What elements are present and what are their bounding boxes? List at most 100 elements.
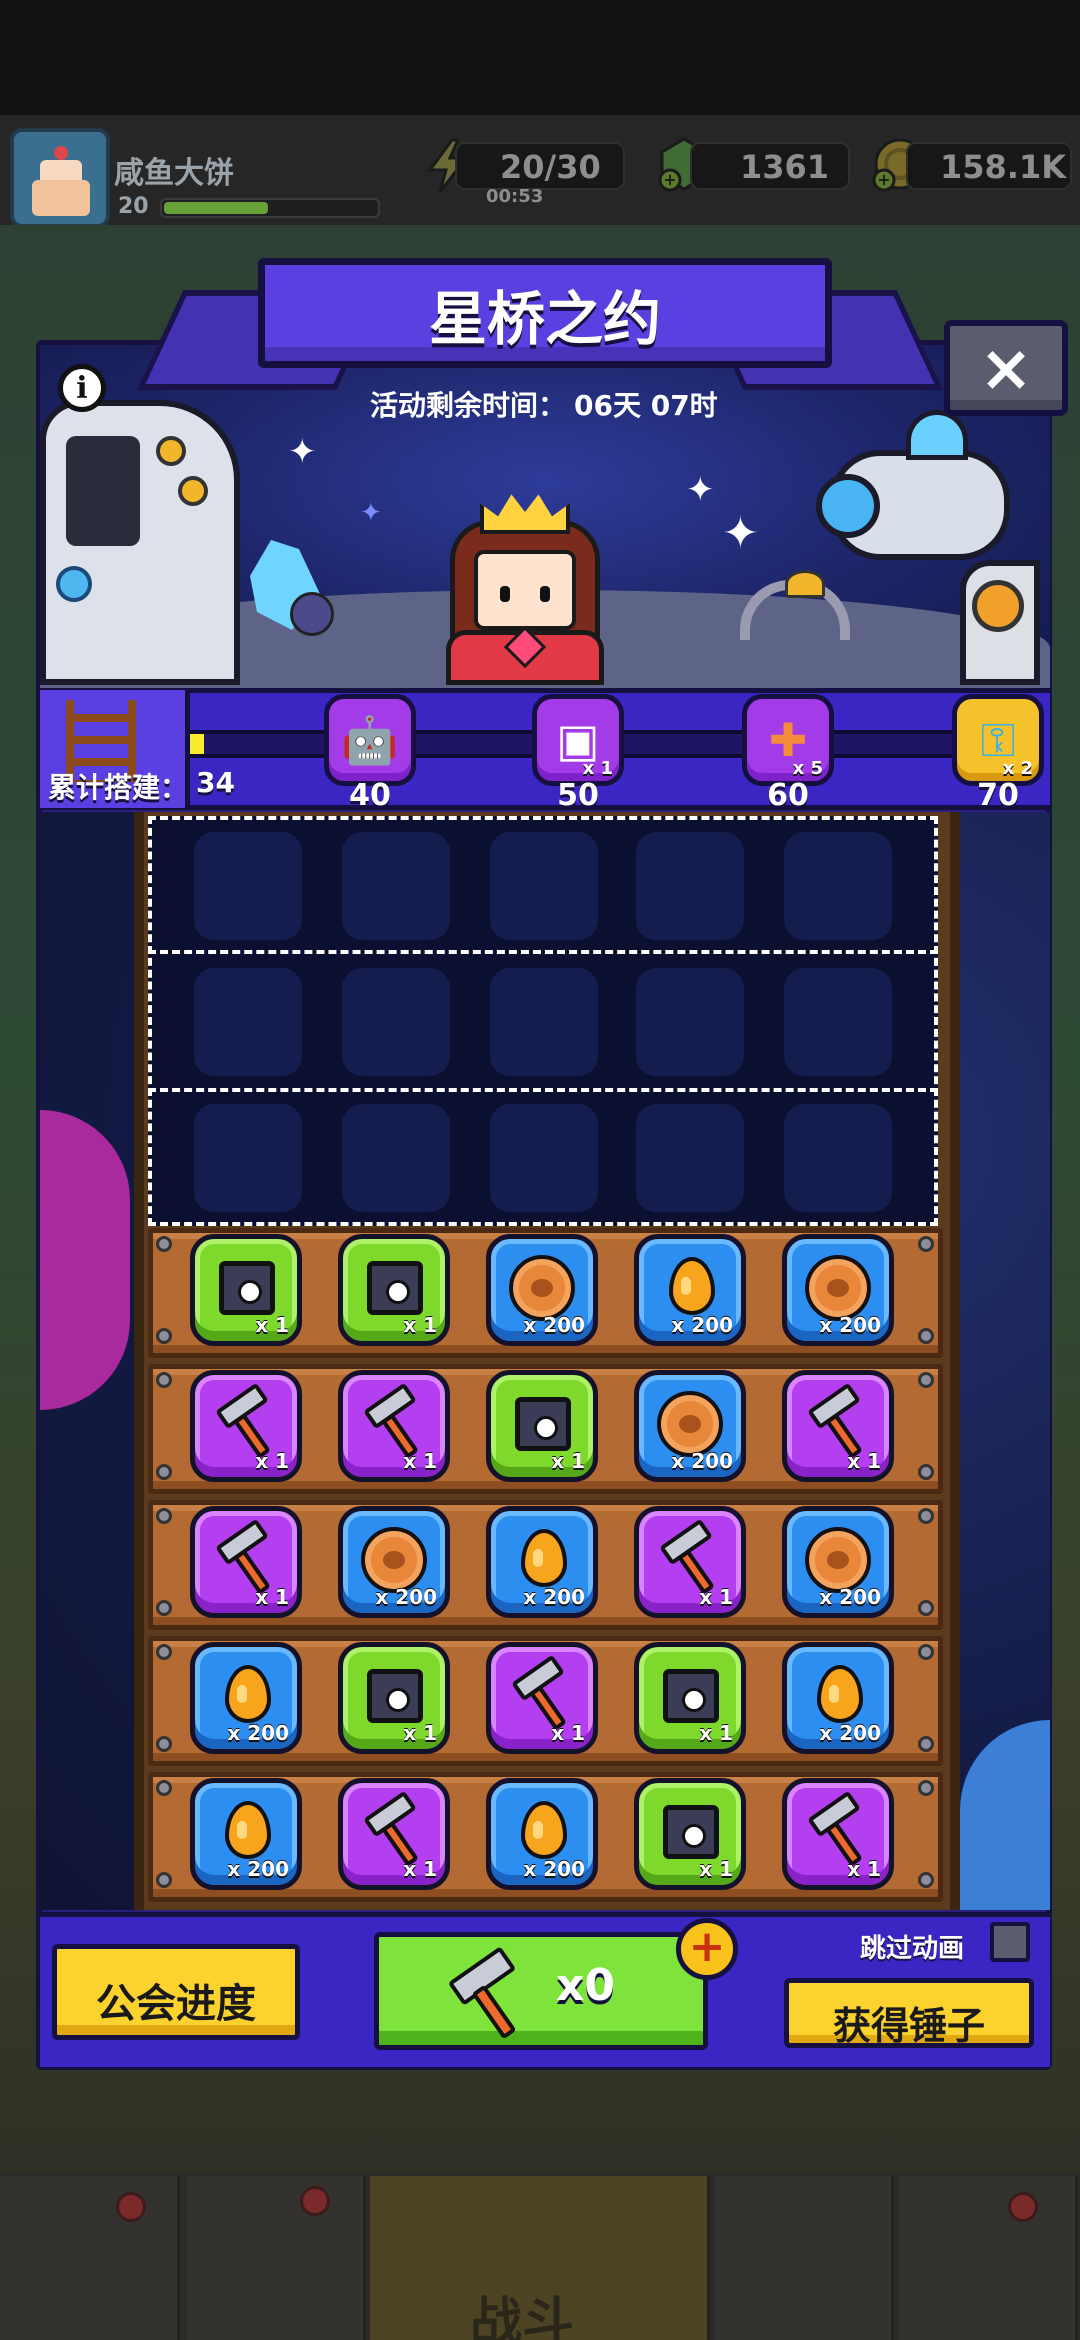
chest-tile[interactable]: x 1 xyxy=(190,1234,302,1346)
nav-planet[interactable] xyxy=(714,2176,894,2340)
nav-shop[interactable] xyxy=(0,2176,180,2340)
get-hammer-button[interactable]: 获得锤子 xyxy=(784,1978,1034,2048)
item-quantity: x 1 xyxy=(403,1721,437,1745)
hammer-tile[interactable]: x 1 xyxy=(338,1778,450,1890)
energy-timer: 00:53 xyxy=(486,186,544,207)
coin-tile[interactable]: x 200 xyxy=(782,1234,894,1346)
chest-tile[interactable]: x 1 xyxy=(486,1370,598,1482)
item-quantity: x 1 xyxy=(403,1313,437,1337)
item-quantity: x 1 xyxy=(699,1721,733,1745)
event-title: 星桥之约 xyxy=(428,285,661,353)
fuel-drop-icon xyxy=(225,1801,271,1859)
notification-badge xyxy=(300,2186,330,2216)
alien-illustration xyxy=(290,592,334,636)
fuel-drop-icon xyxy=(669,1257,715,1315)
coin-tile[interactable]: x 200 xyxy=(486,1234,598,1346)
nav-dna[interactable] xyxy=(898,2176,1078,2340)
drop-tile[interactable]: x 200 xyxy=(190,1642,302,1754)
bolt xyxy=(156,1236,172,1252)
star-icon: ✦ xyxy=(722,508,759,559)
dashed-divider xyxy=(148,1088,938,1092)
bolt xyxy=(918,1600,934,1616)
milestone-threshold: 40 xyxy=(349,778,391,813)
empty-build-slot xyxy=(490,968,598,1076)
hammer-tile[interactable]: x 1 xyxy=(486,1642,598,1754)
item-quantity: x 200 xyxy=(819,1585,881,1609)
item-quantity: x 1 xyxy=(403,1449,437,1473)
bolt xyxy=(918,1464,934,1480)
bolt xyxy=(918,1872,934,1888)
robot-right-illustration xyxy=(810,410,1050,685)
lion-coin-icon xyxy=(509,1255,575,1321)
add-hammer-button[interactable]: + xyxy=(676,1918,738,1980)
bolt xyxy=(156,1736,172,1752)
chest-tile[interactable]: x 1 xyxy=(338,1642,450,1754)
milestone-qty: x 1 xyxy=(582,758,613,779)
lion-coin-icon xyxy=(361,1527,427,1593)
item-quantity: x 200 xyxy=(227,1721,289,1745)
hammer-tile[interactable]: x 1 xyxy=(782,1778,894,1890)
drop-tile[interactable]: x 200 xyxy=(634,1234,746,1346)
coin-tile[interactable]: x 200 xyxy=(634,1370,746,1482)
nav-guild[interactable] xyxy=(186,2176,366,2340)
hammer-count: x0 xyxy=(556,1960,615,2011)
hammer-tile[interactable]: x 1 xyxy=(782,1370,894,1482)
fuel-drop-icon xyxy=(817,1665,863,1723)
empty-build-slot xyxy=(194,968,302,1076)
drop-tile[interactable]: x 200 xyxy=(486,1778,598,1890)
bolt xyxy=(156,1872,172,1888)
chest-tile[interactable]: x 1 xyxy=(338,1234,450,1346)
coin-value: 158.1K xyxy=(940,148,1067,186)
milestone-reward-70[interactable]: ⚿ x 2 xyxy=(952,694,1044,786)
milestone-threshold: 70 xyxy=(977,778,1019,813)
lion-coin-icon xyxy=(805,1255,871,1321)
bolt xyxy=(156,1600,172,1616)
hammer-tile[interactable]: x 1 xyxy=(190,1506,302,1618)
coin-tile[interactable]: x 200 xyxy=(338,1506,450,1618)
item-quantity: x 1 xyxy=(847,1449,881,1473)
coin-tile[interactable]: x 200 xyxy=(782,1506,894,1618)
milestone-qty: x 2 xyxy=(1002,758,1033,779)
drop-tile[interactable]: x 200 xyxy=(190,1778,302,1890)
item-quantity: x 200 xyxy=(375,1585,437,1609)
bolt xyxy=(156,1508,172,1524)
bolt xyxy=(918,1736,934,1752)
empty-build-slot xyxy=(490,1104,598,1212)
plus-icon: + xyxy=(688,1921,726,1972)
chest-icon xyxy=(367,1261,423,1315)
item-quantity: x 1 xyxy=(551,1449,585,1473)
chest-icon xyxy=(219,1261,275,1315)
chest-icon xyxy=(515,1397,571,1451)
use-hammer-button[interactable] xyxy=(374,1932,708,2050)
bolt xyxy=(918,1372,934,1388)
guild-progress-button[interactable]: 公会进度 xyxy=(52,1944,300,2040)
chest-tile[interactable]: x 1 xyxy=(634,1642,746,1754)
hammer-tile[interactable]: x 1 xyxy=(190,1370,302,1482)
notification-badge xyxy=(1008,2192,1038,2222)
milestone-reward-40[interactable]: 🤖 xyxy=(324,694,416,786)
hammer-tile[interactable]: x 1 xyxy=(634,1506,746,1618)
empty-build-slot xyxy=(490,832,598,940)
hammer-tile[interactable]: x 1 xyxy=(338,1370,450,1482)
bolt xyxy=(156,1328,172,1344)
item-quantity: x 200 xyxy=(819,1313,881,1337)
empty-build-slot xyxy=(636,1104,744,1212)
info-icon[interactable]: i xyxy=(58,364,106,412)
bolt xyxy=(156,1644,172,1660)
milestone-reward-60[interactable]: ✚ x 5 xyxy=(742,694,834,786)
chest-tile[interactable]: x 1 xyxy=(634,1778,746,1890)
item-quantity: x 200 xyxy=(523,1313,585,1337)
skip-animation-checkbox[interactable] xyxy=(990,1922,1030,1962)
empty-build-slot xyxy=(636,968,744,1076)
empty-build-slot xyxy=(784,832,892,940)
empty-build-slot xyxy=(194,832,302,940)
bolt xyxy=(918,1508,934,1524)
drop-tile[interactable]: x 200 xyxy=(782,1642,894,1754)
item-quantity: x 1 xyxy=(255,1449,289,1473)
chest-icon xyxy=(663,1805,719,1859)
milestone-reward-50[interactable]: ▣ x 1 xyxy=(532,694,624,786)
drop-tile[interactable]: x 200 xyxy=(486,1506,598,1618)
player-avatar[interactable] xyxy=(10,128,110,228)
close-button[interactable]: × xyxy=(944,320,1068,416)
milestone-threshold: 50 xyxy=(557,778,599,813)
